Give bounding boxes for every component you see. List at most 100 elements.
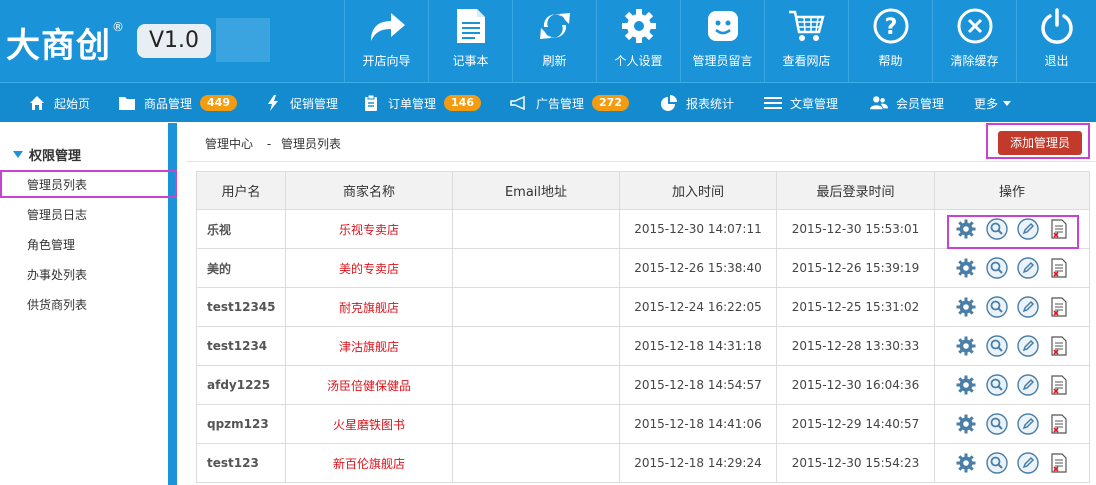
toolbar-label: 个人设置 bbox=[614, 54, 663, 68]
nav-label: 文章管理 bbox=[790, 96, 839, 111]
col-email: Email地址 bbox=[452, 171, 620, 210]
edit-icon[interactable] bbox=[1016, 296, 1039, 318]
count-badge: 146 bbox=[444, 95, 481, 111]
toolbar-personal-settings[interactable]: 个人设置 bbox=[596, 0, 680, 82]
toolbar-help[interactable]: ? 帮助 bbox=[848, 0, 932, 82]
cell-username: 美的 bbox=[196, 248, 286, 288]
nav-more[interactable]: 更多 bbox=[974, 83, 1012, 123]
nav-reports[interactable]: 报表统计 bbox=[660, 83, 734, 123]
cell-email bbox=[452, 404, 620, 444]
nav-home[interactable]: 起始页 bbox=[28, 83, 90, 123]
cell-last-login: 2015-12-30 16:04:36 bbox=[776, 365, 935, 405]
col-joined: 加入时间 bbox=[619, 171, 777, 210]
breadcrumb-current: 管理员列表 bbox=[281, 137, 342, 151]
refresh-icon bbox=[513, 6, 596, 46]
sidebar-item-roles[interactable]: 角色管理 bbox=[27, 236, 75, 253]
view-icon[interactable] bbox=[985, 374, 1008, 396]
toolbar-view-shop[interactable]: 查看网店 bbox=[764, 0, 848, 82]
cell-email bbox=[452, 209, 620, 249]
col-last-login: 最后登录时间 bbox=[776, 171, 935, 210]
cell-email bbox=[452, 443, 620, 483]
add-admin-button[interactable]: 添加管理员 bbox=[998, 131, 1082, 155]
nav-label: 更多 bbox=[974, 96, 999, 111]
nav-label: 订单管理 bbox=[388, 96, 437, 111]
view-icon[interactable] bbox=[985, 296, 1008, 318]
delete-icon[interactable] bbox=[1048, 335, 1070, 357]
cell-joined: 2015-12-24 16:22:05 bbox=[619, 287, 777, 327]
table-row: qpzm123 火星磨铁图书 2015-12-18 14:41:06 2015-… bbox=[196, 404, 1090, 444]
cell-last-login: 2015-12-30 15:54:23 bbox=[776, 443, 935, 483]
toolbar-logout[interactable]: 退出 bbox=[1016, 0, 1096, 82]
nav-articles[interactable]: 文章管理 bbox=[764, 83, 838, 123]
edit-icon[interactable] bbox=[1016, 257, 1039, 279]
settings-icon[interactable] bbox=[955, 374, 977, 396]
help-icon: ? bbox=[849, 6, 932, 46]
breadcrumb-separator: - bbox=[266, 137, 272, 151]
delete-icon[interactable] bbox=[1048, 374, 1070, 396]
edit-icon[interactable] bbox=[1016, 335, 1039, 357]
delete-icon[interactable] bbox=[1048, 218, 1070, 240]
toolbar-admin-message[interactable]: 管理员留言 bbox=[680, 0, 764, 82]
nav-goods[interactable]: 商品管理 449 bbox=[118, 83, 237, 123]
cell-shop-name: 乐视专卖店 bbox=[285, 209, 453, 249]
view-icon[interactable] bbox=[985, 218, 1008, 240]
toolbar-refresh[interactable]: 刷新 bbox=[512, 0, 596, 82]
breadcrumb-root[interactable]: 管理中心 bbox=[205, 137, 253, 151]
brand-logo[interactable]: 大商创 ® V1.0 bbox=[0, 0, 270, 82]
toolbar-open-shop-guide[interactable]: 开店向导 bbox=[344, 0, 428, 82]
edit-icon[interactable] bbox=[1016, 452, 1039, 474]
settings-icon[interactable] bbox=[955, 296, 977, 318]
settings-icon[interactable] bbox=[955, 335, 977, 357]
toolbar-notepad[interactable]: 记事本 bbox=[428, 0, 512, 82]
delete-icon[interactable] bbox=[1048, 413, 1070, 435]
sidebar-item-admin-log[interactable]: 管理员日志 bbox=[27, 206, 87, 223]
collapse-triangle-icon bbox=[13, 151, 23, 158]
delete-icon[interactable] bbox=[1048, 257, 1070, 279]
sidebar-item-admin-list[interactable]: 管理员列表 bbox=[27, 176, 87, 193]
cell-username: 乐视 bbox=[196, 209, 286, 249]
view-icon[interactable] bbox=[985, 452, 1008, 474]
col-actions: 操作 bbox=[934, 171, 1090, 210]
cell-actions bbox=[934, 404, 1090, 444]
delete-icon[interactable] bbox=[1048, 452, 1070, 474]
view-icon[interactable] bbox=[985, 335, 1008, 357]
settings-icon[interactable] bbox=[955, 413, 977, 435]
edit-icon[interactable] bbox=[1016, 374, 1039, 396]
nav-members[interactable]: 会员管理 bbox=[870, 83, 944, 123]
sidebar-item-suppliers[interactable]: 供货商列表 bbox=[27, 296, 87, 313]
view-icon[interactable] bbox=[985, 413, 1008, 435]
cart-icon bbox=[765, 6, 848, 46]
nav-ads[interactable]: 广告管理 272 bbox=[510, 83, 629, 123]
clipboard-icon bbox=[362, 94, 380, 112]
settings-icon[interactable] bbox=[955, 452, 977, 474]
sidebar: 权限管理 管理员列表 管理员日志 角色管理 办事处列表 供货商列表 bbox=[0, 123, 177, 485]
cell-email bbox=[452, 248, 620, 288]
settings-icon[interactable] bbox=[955, 218, 977, 240]
top-header: 大商创 ® V1.0 开店向导 记事本 刷新 个人设置 管理员留言 查看网店 ?… bbox=[0, 0, 1096, 82]
cell-shop-name: 耐克旗舰店 bbox=[285, 287, 453, 327]
view-icon[interactable] bbox=[985, 257, 1008, 279]
admin-table: 用户名 商家名称 Email地址 加入时间 最后登录时间 操作 乐视 乐视专卖店… bbox=[196, 171, 1090, 483]
settings-icon[interactable] bbox=[955, 257, 977, 279]
cell-username: afdy1225 bbox=[196, 365, 286, 405]
megaphone-icon bbox=[510, 94, 528, 112]
delete-icon[interactable] bbox=[1048, 296, 1070, 318]
nav-orders[interactable]: 订单管理 146 bbox=[362, 83, 481, 123]
nav-promotion[interactable]: 促销管理 bbox=[264, 83, 338, 123]
toolbar-clear-cache[interactable]: 清除缓存 bbox=[932, 0, 1016, 82]
share-arrow-icon bbox=[345, 6, 428, 46]
sidebar-item-offices[interactable]: 办事处列表 bbox=[27, 266, 87, 283]
cell-joined: 2015-12-18 14:54:57 bbox=[619, 365, 777, 405]
cell-actions bbox=[934, 365, 1090, 405]
edit-icon[interactable] bbox=[1016, 218, 1039, 240]
toolbar-label: 管理员留言 bbox=[692, 54, 753, 68]
cell-last-login: 2015-12-28 13:30:33 bbox=[776, 326, 935, 366]
cell-shop-name: 汤臣倍健保健品 bbox=[285, 365, 453, 405]
table-row: afdy1225 汤臣倍健保健品 2015-12-18 14:54:57 201… bbox=[196, 365, 1090, 405]
cell-shop-name: 津沽旗舰店 bbox=[285, 326, 453, 366]
edit-icon[interactable] bbox=[1016, 413, 1039, 435]
cell-username: test12345 bbox=[196, 287, 286, 327]
lightning-icon bbox=[264, 94, 282, 112]
cell-last-login: 2015-12-29 14:40:57 bbox=[776, 404, 935, 444]
sidebar-section-permissions[interactable]: 权限管理 bbox=[13, 145, 81, 164]
